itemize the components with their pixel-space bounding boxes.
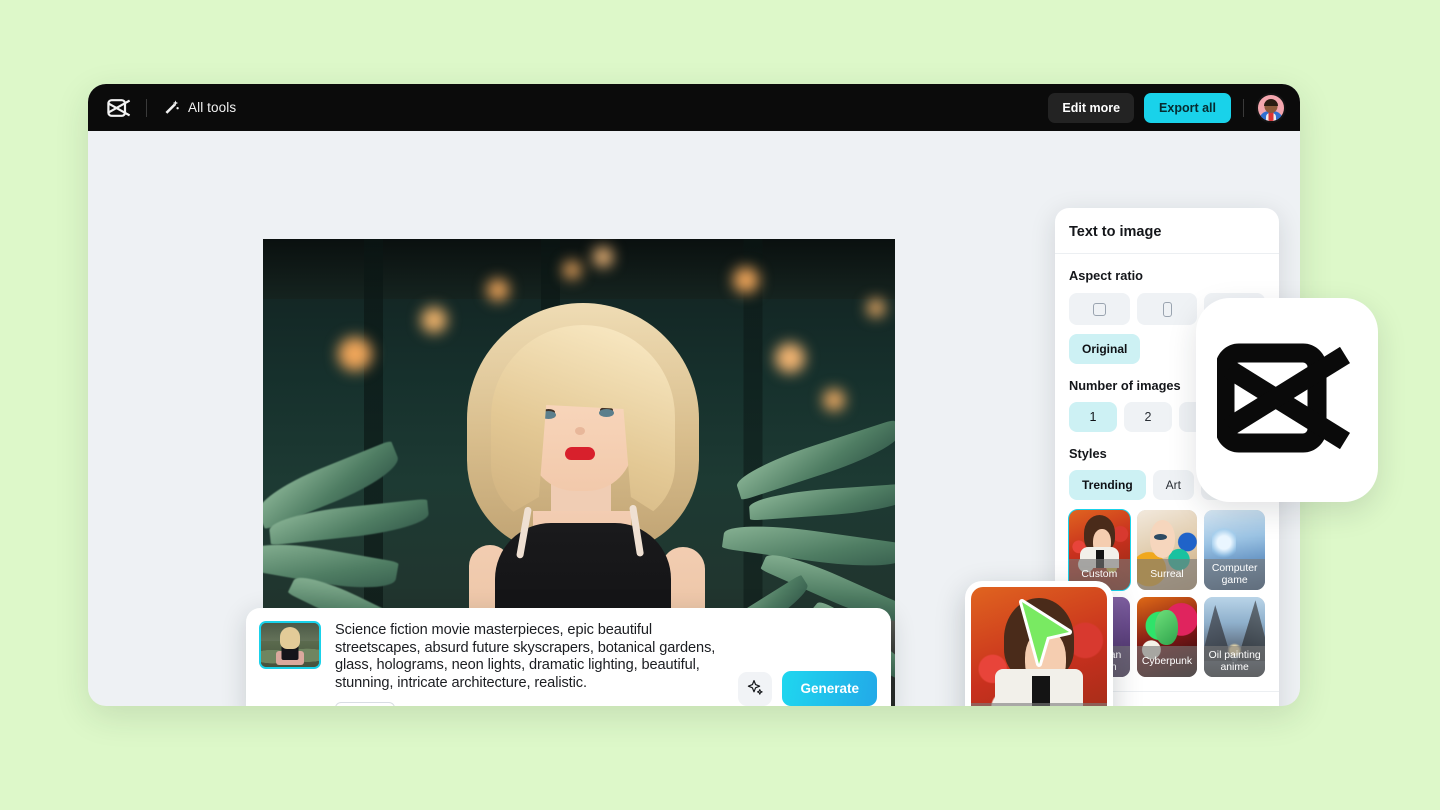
style-card-oil-painting-anime[interactable]: Oil painting anime — [1204, 597, 1265, 677]
square-ratio-icon — [1092, 302, 1106, 316]
preview-tie — [1032, 676, 1050, 706]
header-actions: Edit more Export all — [1048, 92, 1286, 123]
capcut-logo-icon[interactable] — [106, 97, 132, 119]
portrait-ratio-icon — [1162, 301, 1172, 317]
prompt-bar: Science fiction movie masterpieces, epic… — [246, 608, 891, 706]
all-tools-button[interactable]: All tools — [163, 99, 236, 116]
number-of-images-option-1[interactable]: 1 — [1069, 402, 1117, 432]
styles-tab-art[interactable]: Art — [1152, 470, 1195, 500]
canvas-area: Science fiction movie masterpieces, epic… — [88, 131, 1300, 706]
style-card-cyberpunk[interactable]: Cyberpunk — [1136, 597, 1198, 677]
all-tools-label: All tools — [188, 100, 237, 115]
capcut-logo-badge — [1196, 298, 1378, 502]
bokeh-light — [775, 343, 805, 373]
export-all-button[interactable]: Export all — [1144, 92, 1231, 123]
avatar[interactable] — [1256, 92, 1286, 123]
style-card-computer-game[interactable]: Computer game — [1204, 510, 1265, 590]
panel-title: Text to image — [1069, 224, 1162, 240]
header-actions-divider — [1243, 98, 1244, 117]
bokeh-light — [563, 261, 581, 279]
thumb-glow — [1211, 524, 1236, 562]
thumbnail-hair — [280, 627, 300, 650]
style-card-surreal[interactable]: Surreal — [1136, 510, 1198, 590]
magic-wand-icon — [163, 99, 180, 116]
bokeh-light — [593, 247, 613, 267]
aspect-ratio-original-chip[interactable]: Original — [1069, 334, 1141, 364]
capcut-logo-icon — [1215, 339, 1357, 462]
style-card-custom[interactable]: Custom — [1068, 509, 1131, 591]
avatar-tie — [1268, 111, 1274, 121]
bokeh-light — [823, 389, 845, 411]
app-window: All tools Edit more Export all Science f… — [88, 84, 1300, 706]
sparkle-icon — [747, 679, 764, 699]
subject-nose — [575, 427, 585, 435]
style-card-label: Surreal — [1136, 559, 1198, 590]
style-preview-art — [971, 587, 1107, 706]
subject-lips — [565, 447, 595, 460]
prompt-actions: Generate — [738, 671, 877, 706]
sparkle-icon-button[interactable] — [738, 671, 773, 706]
thumb-face — [1154, 609, 1178, 645]
style-preview-thumbnail: Custom — [971, 587, 1107, 706]
chevron-up-icon: ⌃ — [1255, 705, 1265, 707]
top-bar: All tools Edit more Export all — [88, 84, 1300, 131]
avatar-hair — [1264, 98, 1278, 106]
style-preview-label: Custom — [971, 703, 1107, 706]
number-of-images-option-2[interactable]: 2 — [1124, 402, 1172, 432]
style-card-label: Cyberpunk — [1136, 646, 1198, 677]
bokeh-light — [867, 299, 885, 317]
style-card-label: Oil painting anime — [1204, 646, 1265, 677]
aspect-ratio-label: Aspect ratio — [1069, 268, 1143, 283]
generate-button[interactable]: Generate — [782, 671, 877, 706]
aspect-ratio-square-button[interactable] — [1069, 293, 1130, 325]
style-preview-card[interactable]: Custom — [965, 581, 1113, 706]
bokeh-light — [338, 337, 372, 371]
edit-more-button[interactable]: Edit more — [1048, 92, 1135, 123]
prompt-style-chip[interactable]: Custom — [335, 701, 395, 706]
subject-eye — [599, 409, 614, 417]
prompt-content: Science fiction movie masterpieces, epic… — [335, 621, 724, 706]
bokeh-light — [733, 267, 759, 293]
header-divider — [146, 98, 147, 117]
style-card-label: Computer game — [1204, 559, 1265, 590]
aspect-ratio-portrait-button[interactable] — [1136, 293, 1198, 325]
panel-divider — [1055, 253, 1279, 254]
prompt-text[interactable]: Science fiction movie masterpieces, epic… — [335, 622, 724, 693]
styles-tab-trending[interactable]: Trending — [1069, 470, 1146, 500]
prompt-thumbnail[interactable] — [259, 621, 321, 669]
